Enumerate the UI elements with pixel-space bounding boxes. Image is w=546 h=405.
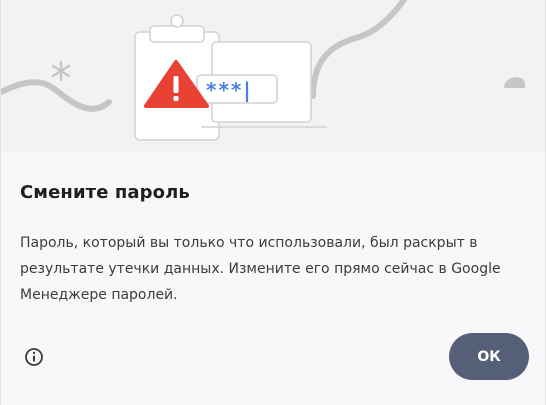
asterisk-icon xyxy=(51,60,71,82)
dialog-message: Пароль, который вы только что использова… xyxy=(20,235,501,303)
illustration-banner: ***| xyxy=(1,0,545,152)
password-leak-dialog: ***| Смените пароль Пароль, который вы т… xyxy=(0,0,546,405)
info-icon[interactable] xyxy=(23,346,45,368)
dialog-title: Смените пароль xyxy=(20,182,190,203)
password-field-icon: ***| xyxy=(196,74,278,104)
decor-blob xyxy=(504,77,526,88)
password-mask-text: ***| xyxy=(206,78,253,102)
leak-illustration: ***| xyxy=(1,0,526,141)
ok-button[interactable]: ОК xyxy=(449,333,529,380)
decor-wave-left xyxy=(1,79,112,112)
decor-wave-right xyxy=(310,0,407,99)
